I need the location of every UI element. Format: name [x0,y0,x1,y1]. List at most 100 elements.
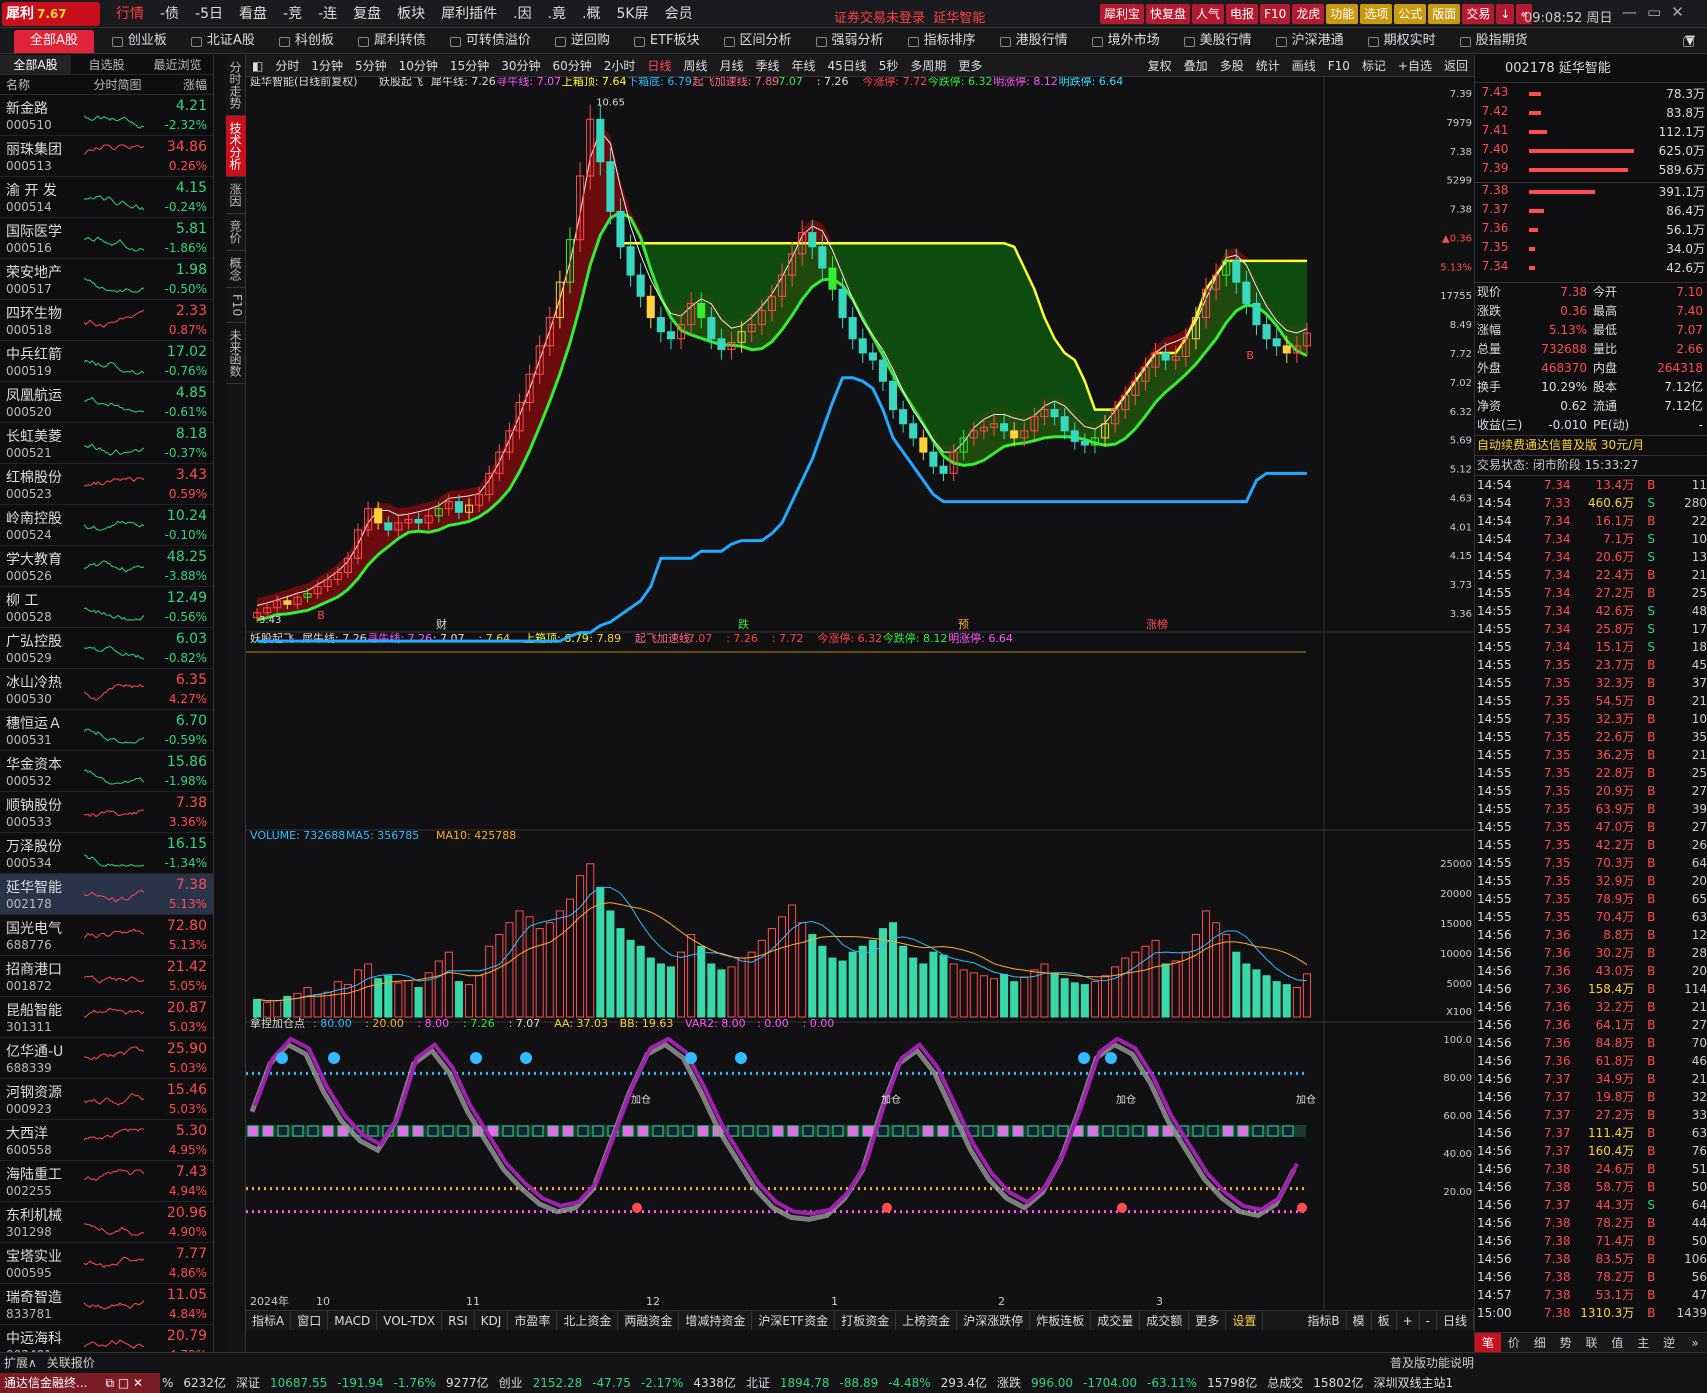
market-tab[interactable]: 港股行情 [990,28,1082,53]
stock-row[interactable]: 岭南控股 000524 10.24 -0.10% [0,505,213,546]
indicator-tab-right[interactable]: 模 [1347,1311,1372,1330]
period-button[interactable]: 月线 [713,55,749,77]
stock-row[interactable]: 中兵红箭 000519 17.02 -0.76% [0,341,213,382]
ask-level[interactable]: 7.43 78.3万 [1475,85,1707,104]
indicator-tab[interactable]: 打板资金 [835,1311,897,1330]
stock-row[interactable]: 海陆重工 002255 7.43 4.94% [0,1161,213,1202]
ask-level[interactable]: 7.42 83.8万 [1475,104,1707,123]
stock-row[interactable]: 丽珠集团 000513 34.86 0.26% [0,136,213,177]
period-button[interactable]: 60分钟 [546,55,597,77]
market-tab[interactable]: 逆回购 [545,28,624,53]
market-tab[interactable]: 可转债溢价 [440,28,545,53]
stock-row[interactable]: 柳 工 000528 12.49 -0.56% [0,587,213,628]
indicator-tab[interactable]: 更多 [1189,1311,1227,1330]
period-button[interactable]: 分时 [269,55,305,77]
period-button[interactable]: 5秒 [873,55,905,77]
vertical-tab[interactable]: 竞价 [226,214,246,251]
market-tab[interactable]: 全部A股 [14,30,94,53]
index-name[interactable]: 创业 [499,1373,523,1393]
chart-tool-button[interactable]: 统计 [1250,55,1286,77]
period-button[interactable]: 年线 [785,55,821,77]
help-link[interactable]: 普及版功能说明 [1390,1353,1474,1373]
menu-item[interactable]: -竞 [275,0,310,28]
stock-row[interactable]: 新金路 000510 4.21 -2.32% [0,95,213,136]
top-button[interactable]: 人气 [1192,4,1225,24]
quote-tab[interactable]: 联 [1579,1333,1605,1352]
chart-tool-button[interactable]: 复权 [1142,55,1178,77]
top-button[interactable]: 选项 [1360,4,1393,24]
stock-row[interactable]: 荣安地产 000517 1.98 -0.50% [0,259,213,300]
indicator-tab[interactable]: KDJ [475,1311,509,1330]
index-name[interactable]: 北证 [746,1373,770,1393]
indicator-tab-right[interactable]: 日线 [1437,1311,1474,1330]
vertical-tab[interactable]: 技术分析 [226,116,246,177]
col-sparkline[interactable]: 分时简图 [72,75,164,94]
stock-list-tab[interactable]: 自选股 [71,55,142,74]
stock-row[interactable]: 延华智能 002178 7.38 5.13% [0,874,213,915]
indicator-tab[interactable]: 沪深ETF资金 [752,1311,836,1330]
indicator-tab[interactable]: 上榜资金 [896,1311,958,1330]
chart-tool-button[interactable]: +自选 [1392,55,1438,77]
stock-row[interactable]: 万泽股份 000534 16.15 -1.34% [0,833,213,874]
indicator-tab-right[interactable]: 板 [1372,1311,1397,1330]
maximize-icon[interactable]: ▭ [1647,3,1661,21]
indicator-tab-right[interactable]: - [1420,1311,1437,1330]
vertical-tab[interactable]: 分时走势 [226,55,246,116]
market-tab[interactable]: ETF板块 [624,28,714,53]
indicator-tab[interactable]: 北上资金 [557,1311,619,1330]
period-button[interactable]: 日线 [641,55,677,77]
chart-tool-button[interactable]: F10 [1322,55,1356,77]
stock-row[interactable]: 红棉股份 000523 3.43 0.59% [0,464,213,505]
indicator-tab[interactable]: 增减持资金 [679,1311,753,1330]
stock-row[interactable]: 四环生物 000518 2.33 0.87% [0,300,213,341]
market-tab[interactable]: 期权实时 [1358,28,1450,53]
indicator-tab[interactable]: 指标A [246,1311,292,1330]
quote-tab[interactable]: 价 [1501,1333,1527,1352]
login-notice[interactable]: 证券交易未登录 延华智能 [834,7,985,26]
bid-level[interactable]: 7.37 86.4万 [1475,202,1707,221]
col-name[interactable]: 名称 [0,75,72,94]
indicator-tab[interactable]: 两融资金 [618,1311,680,1330]
stock-row[interactable]: 河钢资源 000923 15.46 5.03% [0,1079,213,1120]
top-button[interactable]: 公式 [1394,4,1427,24]
top-button[interactable]: 版面 [1428,4,1461,24]
panel-toggle-icon[interactable]: ◧ [246,55,269,77]
stock-row[interactable]: 华金资本 000532 15.86 -1.98% [0,751,213,792]
stock-row[interactable]: 宝塔实业 000595 7.77 4.86% [0,1243,213,1284]
bid-level[interactable]: 7.38 391.1万 [1475,183,1707,202]
stock-row[interactable]: 东利机械 301298 20.96 4.90% [0,1202,213,1243]
ask-level[interactable]: 7.39 589.6万 [1475,161,1707,180]
indicator-tab[interactable]: 沪深涨跌停 [957,1311,1031,1330]
indicator-tab[interactable]: 炸板连板 [1030,1311,1092,1330]
period-button[interactable]: 更多 [952,55,988,77]
indicator-tab[interactable]: 成交量 [1091,1311,1141,1330]
indicator-tab[interactable]: RSI [442,1311,475,1330]
col-change[interactable]: 涨幅 [163,75,213,94]
tab-overflow-icon[interactable]: ▼ [1673,28,1707,53]
promo-banner[interactable]: 自动续费通达信普及版 30元/月 [1475,436,1707,456]
top-button[interactable]: 龙虎 [1292,4,1325,24]
minimize-icon[interactable]: — [1622,3,1637,21]
top-button[interactable]: 犀利宝 [1100,4,1145,24]
chart-tool-button[interactable]: 返回 [1438,55,1474,77]
stock-row[interactable]: 穗恒运Ａ 000531 6.70 -0.59% [0,710,213,751]
market-tab[interactable]: 强弱分析 [806,28,898,53]
indicator-tab[interactable]: 成交额 [1140,1311,1190,1330]
quote-tab[interactable]: 笔 [1475,1333,1501,1352]
period-button[interactable]: 季线 [749,55,785,77]
period-button[interactable]: 1分钟 [305,55,349,77]
stock-row[interactable]: 冰山冷热 000530 6.35 4.27% [0,669,213,710]
stock-row[interactable]: 国际医学 000516 5.81 -1.86% [0,218,213,259]
top-button[interactable]: 功能 [1326,4,1359,24]
market-tab[interactable]: 区间分析 [714,28,806,53]
indicator-tab-right[interactable]: + [1397,1311,1420,1330]
stock-row[interactable]: 大西洋 600558 5.30 4.95% [0,1120,213,1161]
market-tab[interactable]: 美股行情 [1174,28,1266,53]
vertical-tab[interactable]: 概念 [226,251,246,288]
quote-tab[interactable]: 值 [1604,1333,1630,1352]
menu-item[interactable]: 会员 [657,0,701,28]
stock-row[interactable]: 渝 开 发 000514 4.15 -0.24% [0,177,213,218]
expand-button[interactable]: 扩展∧ [4,1353,37,1373]
index-name[interactable]: 涨跌 [997,1373,1021,1393]
period-button[interactable]: 10分钟 [393,55,444,77]
